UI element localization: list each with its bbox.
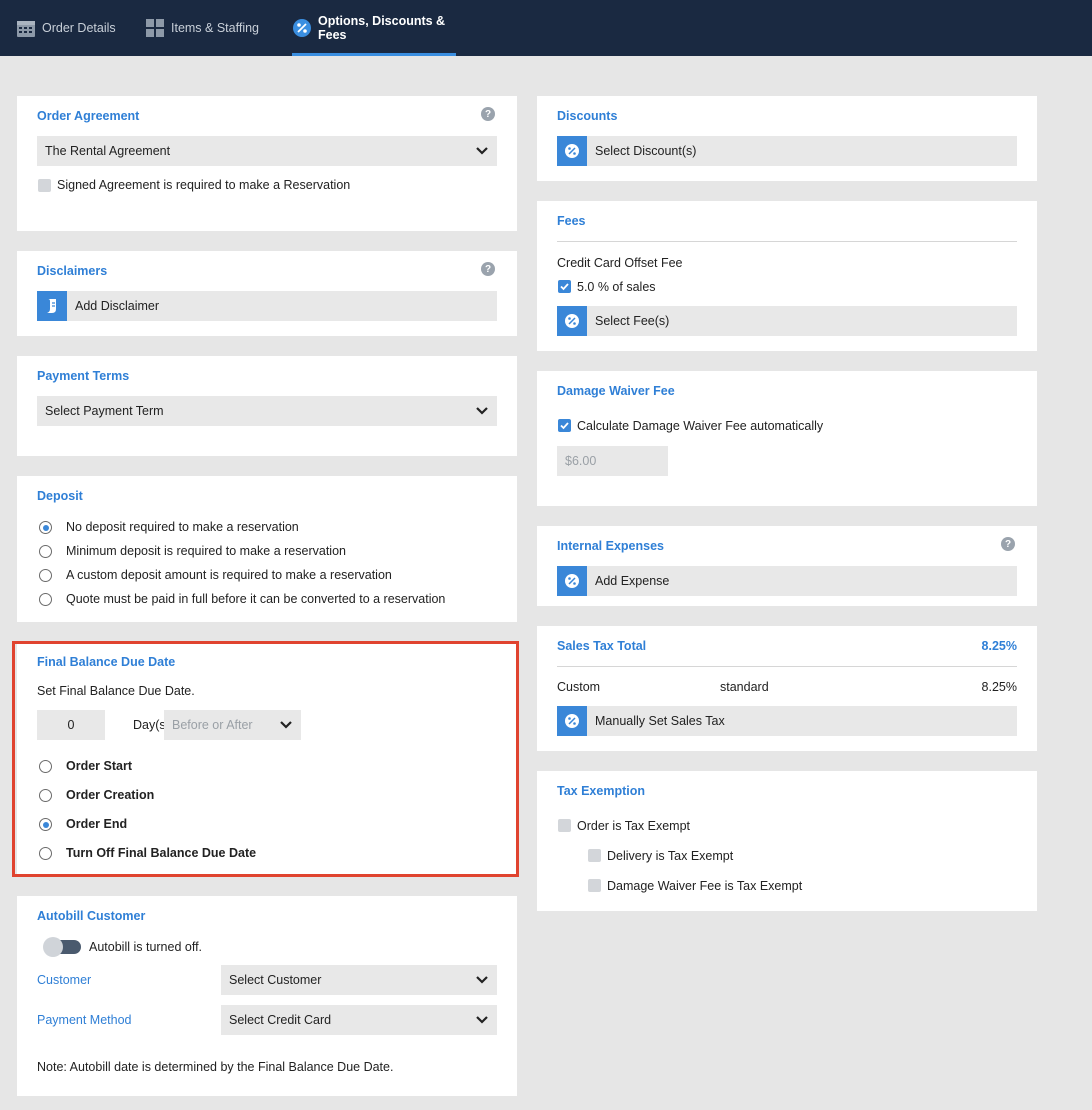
damage-waiver-auto-label: Calculate Damage Waiver Fee automaticall… <box>577 419 824 433</box>
payment-method-label: Payment Method <box>37 1013 132 1027</box>
toggle-knob <box>43 937 63 957</box>
discounts-title: Discounts <box>557 109 618 123</box>
tax-row-rate: 8.25% <box>981 680 1017 694</box>
damage-waiver-card: Damage Waiver Fee Calculate Damage Waive… <box>537 371 1037 506</box>
percent-icon <box>557 306 587 336</box>
add-disclaimer-button[interactable]: Add Disclaimer <box>37 291 497 321</box>
calendar-icon <box>16 18 36 38</box>
customer-label: Customer <box>37 973 92 987</box>
agreement-select-value: The Rental Agreement <box>45 144 171 158</box>
tax-row-name: Custom <box>557 680 601 694</box>
payment-method-select-value: Select Credit Card <box>229 1013 332 1027</box>
select-discount-label: Select Discount(s) <box>595 144 697 158</box>
percent-icon <box>557 566 587 596</box>
select-fee-button[interactable]: Select Fee(s) <box>557 306 1017 336</box>
percent-badge-icon <box>292 18 312 38</box>
tab-order-details[interactable]: Order Details <box>16 0 116 56</box>
deposit-title: Deposit <box>37 489 83 503</box>
damage-waiver-auto-checkbox[interactable] <box>558 419 571 432</box>
payment-method-select[interactable]: Select Credit Card <box>221 1005 497 1035</box>
tab-items-staffing-label: Items & Staffing <box>171 21 260 35</box>
fee-value: 5.0 % of sales <box>577 280 656 294</box>
damage-waiver-tax-exempt-checkbox[interactable] <box>588 879 601 892</box>
manual-sales-tax-button[interactable]: Manually Set Sales Tax <box>557 706 1017 736</box>
autobill-title: Autobill Customer <box>37 909 146 923</box>
divider <box>557 666 1017 667</box>
deposit-option-label: No deposit required to make a reservatio… <box>66 520 299 534</box>
top-nav-bar: Order Details Items & Staffing Options, … <box>0 0 1092 56</box>
discounts-card: Discounts Select Discount(s) <box>537 96 1037 181</box>
deposit-radio-full[interactable] <box>39 593 52 606</box>
order-agreement-card: Order Agreement ? The Rental Agreement S… <box>17 96 517 231</box>
delivery-tax-exempt-checkbox[interactable] <box>588 849 601 862</box>
delivery-tax-exempt-label: Delivery is Tax Exempt <box>607 849 734 863</box>
order-tax-exempt-checkbox[interactable] <box>558 819 571 832</box>
customer-select-value: Select Customer <box>229 973 322 987</box>
percent-icon <box>557 136 587 166</box>
damage-waiver-title: Damage Waiver Fee <box>557 384 675 398</box>
chevron-down-icon <box>476 147 488 155</box>
autobill-toggle-label: Autobill is turned off. <box>89 940 203 954</box>
highlight-box <box>12 641 519 877</box>
order-tax-exempt-label: Order is Tax Exempt <box>577 819 691 833</box>
add-expense-label: Add Expense <box>595 574 670 588</box>
payment-term-select[interactable]: Select Payment Term <box>37 396 497 426</box>
chevron-down-icon <box>476 1016 488 1024</box>
percent-icon <box>557 706 587 736</box>
damage-waiver-amount-input[interactable]: $6.00 <box>557 446 668 476</box>
sales-tax-card: Sales Tax Total 8.25% Custom standard 8.… <box>537 626 1037 751</box>
internal-expenses-title: Internal Expenses <box>557 539 664 553</box>
deposit-option-label: Quote must be paid in full before it can… <box>66 592 446 606</box>
autobill-note: Note: Autobill date is determined by the… <box>37 1060 394 1074</box>
fees-title: Fees <box>557 214 586 228</box>
deposit-radio-none[interactable] <box>39 521 52 534</box>
damage-waiver-amount: $6.00 <box>565 454 597 468</box>
select-fee-label: Select Fee(s) <box>595 314 670 328</box>
tab-items-staffing[interactable]: Items & Staffing <box>145 0 259 56</box>
deposit-option-label: Minimum deposit is required to make a re… <box>66 544 346 558</box>
order-agreement-title: Order Agreement <box>37 109 140 123</box>
fees-card: Fees Credit Card Offset Fee 5.0 % of sal… <box>537 201 1037 351</box>
deposit-radio-minimum[interactable] <box>39 545 52 558</box>
signed-agreement-label: Signed Agreement is required to make a R… <box>57 178 351 192</box>
divider <box>557 241 1017 242</box>
disclaimers-title: Disclaimers <box>37 264 108 278</box>
grid-icon <box>145 18 165 38</box>
payment-terms-title: Payment Terms <box>37 369 130 383</box>
payment-term-select-value: Select Payment Term <box>45 404 164 418</box>
tax-exemption-card: Tax Exemption Order is Tax Exempt Delive… <box>537 771 1037 911</box>
damage-waiver-tax-exempt-label: Damage Waiver Fee is Tax Exempt <box>607 879 803 893</box>
tab-options-label: Options, Discounts & Fees <box>318 14 446 42</box>
add-expense-button[interactable]: Add Expense <box>557 566 1017 596</box>
fee-name: Credit Card Offset Fee <box>557 256 683 270</box>
tab-options-discounts-fees[interactable]: Options, Discounts & Fees <box>292 0 456 56</box>
add-disclaimer-label: Add Disclaimer <box>75 299 160 313</box>
disclaimers-card: Disclaimers ? Add Disclaimer <box>17 251 517 336</box>
autobill-toggle[interactable] <box>43 937 81 957</box>
help-icon[interactable]: ? <box>481 107 495 121</box>
fee-checkbox[interactable] <box>558 280 571 293</box>
sales-tax-title: Sales Tax Total <box>557 639 647 653</box>
autobill-card: Autobill Customer Autobill is turned off… <box>17 896 517 1096</box>
deposit-card: Deposit No deposit required to make a re… <box>17 476 517 622</box>
chevron-down-icon <box>476 407 488 415</box>
deposit-radio-custom[interactable] <box>39 569 52 582</box>
tab-order-details-label: Order Details <box>42 21 116 35</box>
customer-select[interactable]: Select Customer <box>221 965 497 995</box>
tax-exemption-title: Tax Exemption <box>557 784 645 798</box>
agreement-select[interactable]: The Rental Agreement <box>37 136 497 166</box>
select-discount-button[interactable]: Select Discount(s) <box>557 136 1017 166</box>
manual-sales-tax-label: Manually Set Sales Tax <box>595 714 725 728</box>
deposit-option-label: A custom deposit amount is required to m… <box>66 568 392 582</box>
internal-expenses-card: Internal Expenses ? Add Expense <box>537 526 1037 606</box>
payment-terms-card: Payment Terms Select Payment Term <box>17 356 517 456</box>
signed-agreement-checkbox[interactable] <box>38 179 51 192</box>
help-icon[interactable]: ? <box>1001 537 1015 551</box>
chevron-down-icon <box>476 976 488 984</box>
sales-tax-total: 8.25% <box>981 639 1017 653</box>
tax-row-type: standard <box>720 680 769 694</box>
help-icon[interactable]: ? <box>481 262 495 276</box>
scroll-document-icon <box>37 291 67 321</box>
